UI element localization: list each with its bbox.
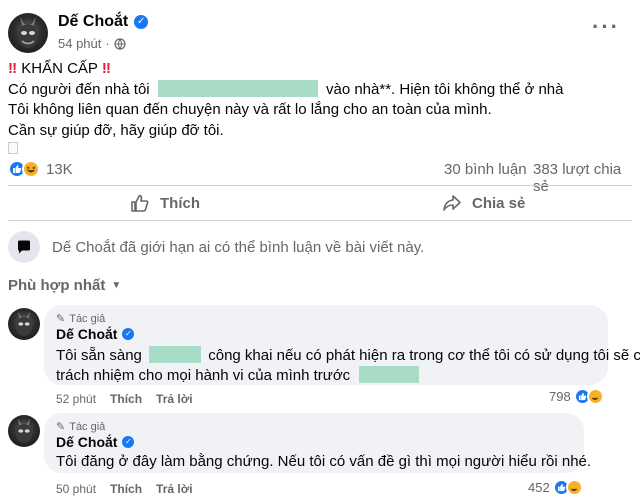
author-avatar[interactable]	[8, 13, 48, 53]
comment-sort-dropdown[interactable]: Phù hợp nhất ▼	[8, 277, 121, 294]
post-time[interactable]: 54 phút	[58, 36, 101, 51]
divider	[8, 185, 632, 186]
share-label: Chia sẻ	[472, 194, 526, 212]
verified-badge-icon: ✓	[134, 15, 149, 29]
cricket-mask-icon	[18, 17, 38, 48]
divider	[8, 220, 632, 221]
haha-reaction-icon	[586, 388, 604, 405]
share-button[interactable]: Chia sẻ	[442, 193, 525, 213]
pencil-icon: ✎	[56, 313, 66, 325]
cricket-mask-icon	[16, 311, 32, 336]
caret-down-icon: ▼	[111, 280, 122, 291]
reaction-summary[interactable]: 13K	[8, 160, 73, 178]
comment-bubble-icon	[8, 231, 40, 263]
comment-avatar[interactable]	[8, 308, 40, 340]
comment-reactions[interactable]: 798	[549, 388, 604, 405]
redacted-block	[157, 80, 318, 97]
comment-meta: 52 phút Thích Trả lời	[56, 392, 193, 406]
post-line-4: Cần sự giúp đỡ, hãy giúp đỡ tôi.	[8, 122, 224, 139]
comment-text-line: Tôi đăng ở đây làm bằng chứng. Nếu tôi c…	[56, 453, 592, 470]
share-arrow-icon	[443, 195, 461, 211]
share-count[interactable]: 383 lượt chia sẻ	[533, 161, 640, 195]
comment-avatar[interactable]	[8, 415, 40, 447]
comment-reaction-count: 452	[528, 480, 550, 495]
verified-badge-icon: ✓	[122, 436, 135, 448]
post-line-3: Tôi không liên quan đến chuyện này và rấ…	[8, 101, 492, 118]
comment-count[interactable]: 30 bình luận	[444, 161, 527, 178]
redacted-block	[149, 346, 202, 363]
like-button[interactable]: Thích	[130, 193, 200, 213]
reaction-count: 13K	[46, 160, 73, 178]
haha-reaction-icon	[565, 479, 583, 496]
double-exclamation-icon: ‼	[101, 60, 111, 77]
post-author-name[interactable]: Dế Choắt	[58, 13, 128, 31]
comment-restriction-notice: Dế Choắt đã giới hạn ai có thể bình luận…	[52, 239, 425, 256]
double-exclamation-icon: ‼	[8, 60, 18, 77]
cricket-mask-icon	[16, 418, 32, 443]
comment-text-line: trách nhiệm cho mọi hành vi của mình trư…	[56, 366, 420, 384]
comment-text-line: Tôi sẵn sàng công khai nếu có phát hiện …	[56, 346, 640, 364]
comment-time[interactable]: 52 phút	[56, 392, 96, 406]
comment-author-name[interactable]: Dế Choắt	[56, 434, 117, 450]
redacted-block	[359, 366, 420, 383]
post-headline: ‼ KHẨN CẤP ‼	[8, 60, 111, 77]
thumbs-up-icon	[131, 194, 149, 212]
author-badge: ✎ Tác giả	[56, 420, 106, 434]
like-label: Thích	[160, 194, 200, 212]
comment-meta: 50 phút Thích Trả lời	[56, 482, 193, 496]
comment-reactions[interactable]: 452	[528, 479, 583, 496]
comment-reaction-count: 798	[549, 389, 571, 404]
sort-label: Phù hợp nhất	[8, 277, 106, 294]
globe-icon	[114, 37, 126, 50]
comment-reply-button[interactable]: Trả lời	[156, 392, 193, 406]
urgent-label: KHẨN CẤP	[21, 60, 98, 77]
comment-author-name[interactable]: Dế Choắt	[56, 326, 117, 342]
haha-reaction-icon	[22, 160, 40, 178]
author-badge: ✎ Tác giả	[56, 312, 106, 326]
placeholder-glyph	[8, 142, 18, 154]
more-options-icon[interactable]: ···	[592, 14, 620, 40]
comment-like-button[interactable]: Thích	[110, 392, 142, 406]
comment-time[interactable]: 50 phút	[56, 482, 96, 496]
post-line-2: Có người đến nhà tôi vào nhà**. Hiện tôi…	[8, 80, 564, 98]
verified-badge-icon: ✓	[122, 328, 135, 340]
pencil-icon: ✎	[56, 421, 66, 433]
comment-like-button[interactable]: Thích	[110, 482, 142, 496]
comment-reply-button[interactable]: Trả lời	[156, 482, 193, 496]
